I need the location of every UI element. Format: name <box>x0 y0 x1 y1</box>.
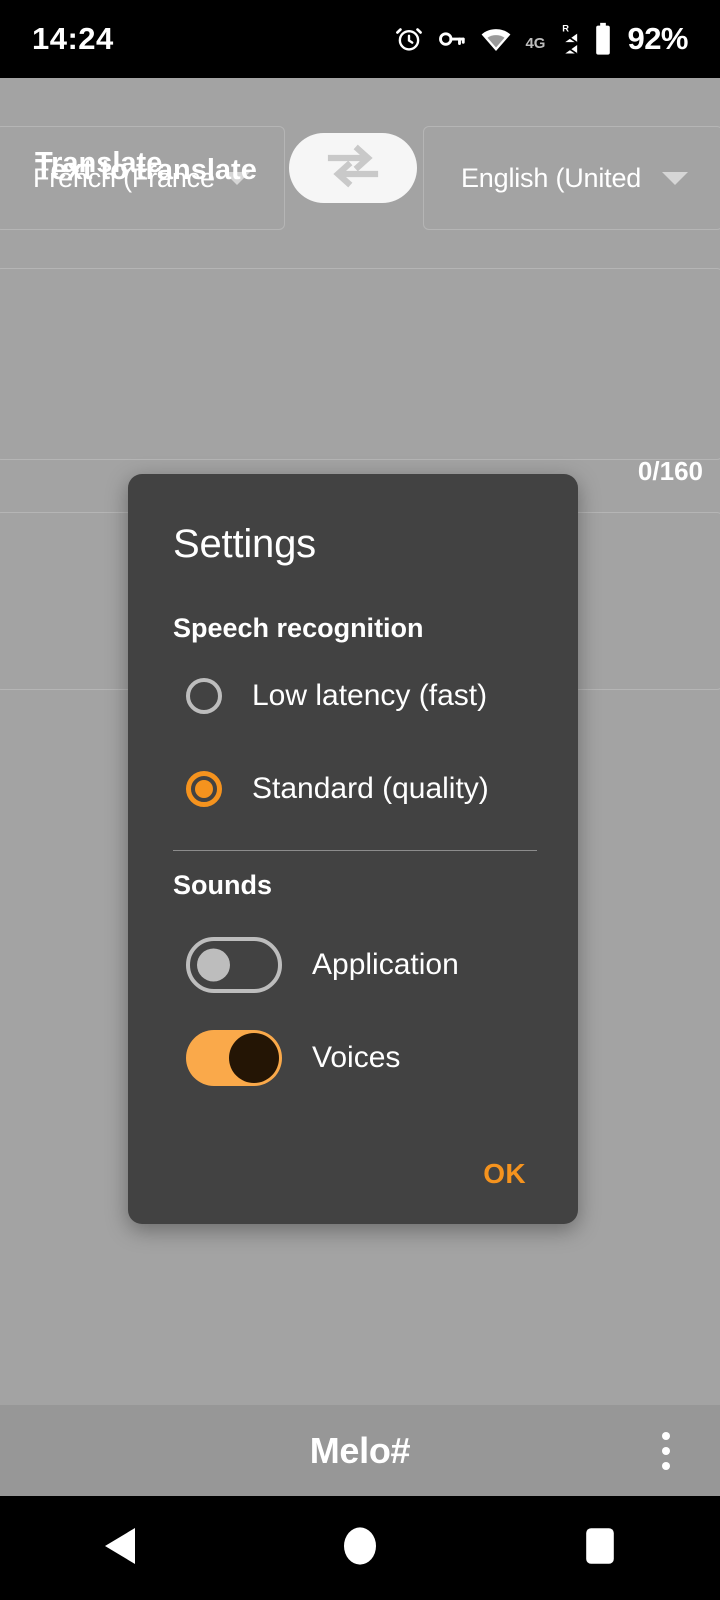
radio-option-low-latency[interactable]: Low latency (fast) <box>186 668 487 724</box>
toggle-knob <box>229 1033 279 1083</box>
radio-option-label: Standard (quality) <box>252 772 489 805</box>
radio-option-standard[interactable]: Standard (quality) <box>186 761 489 817</box>
switch-row-application[interactable]: Application <box>186 933 459 997</box>
toggle-switch-on-icon[interactable] <box>186 1030 282 1086</box>
battery-icon <box>593 22 613 56</box>
phone-screen: 14:24 4G R 92% French (France English (U… <box>0 0 720 1600</box>
toggle-knob <box>197 948 230 982</box>
radio-inner-dot <box>195 780 213 798</box>
wifi-icon <box>480 25 512 53</box>
nav-back-button[interactable] <box>0 1526 240 1571</box>
settings-dialog: Settings Speech recognition Low latency … <box>128 474 578 1224</box>
home-circle-icon <box>342 1526 378 1571</box>
status-icon-tray: 4G R 92% <box>394 21 688 57</box>
section-divider <box>173 850 537 851</box>
dialog-title: Settings <box>173 522 316 566</box>
radio-checked-icon <box>186 771 222 807</box>
section-header-sounds: Sounds <box>173 870 272 900</box>
switch-label: Application <box>312 948 459 981</box>
vpn-key-icon <box>437 24 467 54</box>
switch-label: Voices <box>312 1041 401 1074</box>
radio-option-label: Low latency (fast) <box>252 679 488 712</box>
switch-row-voices[interactable]: Voices <box>186 1026 400 1090</box>
network-type-label: 4G <box>525 35 546 52</box>
status-bar: 14:24 4G R 92% <box>0 0 720 78</box>
alarm-icon <box>394 24 424 54</box>
back-triangle-icon <box>103 1526 137 1571</box>
recents-square-icon <box>585 1527 615 1570</box>
svg-text:R: R <box>563 23 570 33</box>
dialog-scrim[interactable]: Settings Speech recognition Low latency … <box>0 78 720 1496</box>
status-clock: 14:24 <box>32 21 114 56</box>
android-navigation-bar <box>0 1496 720 1600</box>
radio-unchecked-icon <box>186 678 222 714</box>
section-header-speech-recognition: Speech recognition <box>173 613 424 643</box>
battery-percent-label: 92% <box>627 21 688 56</box>
ok-button[interactable]: OK <box>469 1146 540 1202</box>
toggle-switch-off-icon[interactable] <box>186 937 282 993</box>
mobile-signal-icon: 4G R <box>525 22 580 56</box>
nav-home-button[interactable] <box>240 1526 480 1571</box>
nav-recents-button[interactable] <box>480 1527 720 1570</box>
